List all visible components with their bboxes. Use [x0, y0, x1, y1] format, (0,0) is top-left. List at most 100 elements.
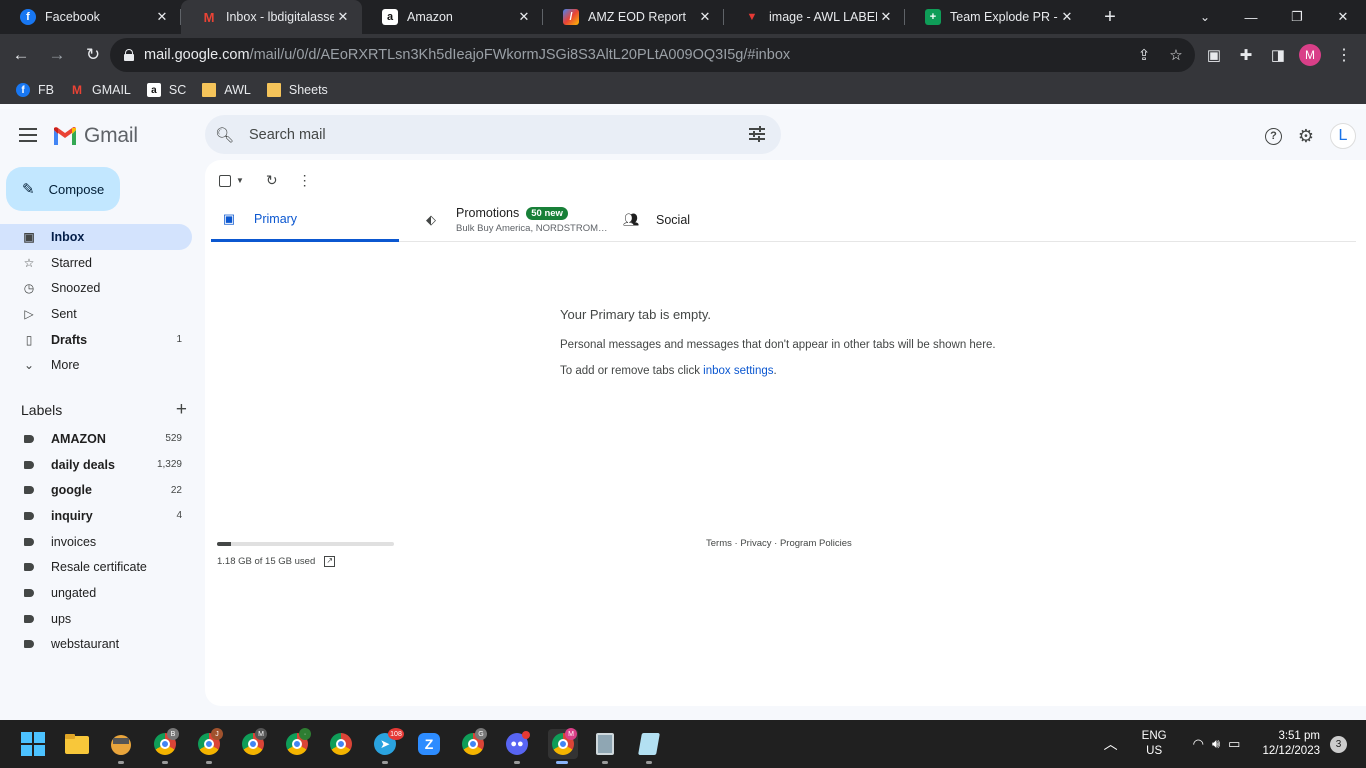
nav-item-sent[interactable]: ▷ Sent — [0, 301, 192, 327]
browser-tab-facebook[interactable]: f Facebook ✕ — [0, 0, 181, 34]
chrome-profile-icon[interactable]: · — [284, 728, 311, 757]
browser-tab-amazon[interactable]: a Amazon ✕ — [362, 0, 543, 34]
close-tab-icon[interactable]: ✕ — [877, 9, 895, 25]
close-tab-icon[interactable]: ✕ — [153, 9, 171, 25]
label-item-google[interactable]: google 22 — [0, 477, 192, 503]
chrome-profile-m-icon[interactable]: M — [240, 728, 267, 757]
restore-icon[interactable]: ❐ — [1274, 0, 1320, 34]
facebook-icon: f — [16, 83, 30, 97]
close-tab-icon[interactable]: ✕ — [1058, 9, 1076, 25]
notification-badge[interactable]: 3 — [1330, 735, 1347, 753]
bookmark-sc[interactable]: a SC — [146, 83, 186, 97]
gmail-logo[interactable]: Gmail — [52, 124, 138, 148]
tab-social[interactable]: 👥︎ Social — [623, 198, 813, 242]
chrome-profile-b-icon[interactable]: B — [152, 728, 179, 757]
nav-item-drafts[interactable]: ▯ Drafts 1 — [0, 327, 192, 353]
profile-avatar[interactable]: M — [1299, 44, 1321, 66]
refresh-icon[interactable]: ↻ — [266, 172, 278, 189]
notepad-icon[interactable] — [636, 731, 662, 757]
search-bar[interactable]: 🔍︎ — [205, 115, 781, 154]
label-item-webstaurant[interactable]: webstaurant — [0, 632, 192, 658]
nav-item-more[interactable]: ⌄ More — [0, 352, 192, 378]
share-icon[interactable]: ⇪ — [1135, 46, 1153, 64]
account-avatar[interactable]: L — [1330, 123, 1356, 149]
file-explorer-icon[interactable] — [64, 731, 90, 757]
search-icon[interactable]: 🔍︎ — [215, 126, 235, 144]
tab-search-icon[interactable]: ⌄ — [1190, 0, 1220, 34]
label-item-invoices[interactable]: invoices — [0, 529, 192, 555]
address-bar[interactable]: mail.google.com/mail/u/0/d/AEoRXRTLsn3Kh… — [110, 38, 1195, 72]
app-icon[interactable] — [108, 731, 134, 757]
new-tab-button[interactable]: + — [1096, 3, 1124, 31]
terms-link[interactable]: Terms — [706, 538, 732, 549]
bookmark-awl[interactable]: AWL — [202, 83, 251, 97]
folder-icon — [266, 83, 281, 97]
side-panel-icon[interactable]: ◨ — [1262, 40, 1294, 70]
forward-icon[interactable]: → — [42, 40, 72, 70]
telegram-icon[interactable]: ➤ 108 — [372, 728, 404, 757]
search-input[interactable] — [249, 126, 729, 143]
tab-promotions[interactable]: ⬖ Promotions 50 new Bulk Buy America, NO… — [423, 198, 613, 242]
program-policies-link[interactable]: Program Policies — [780, 538, 852, 549]
browser-tab-awl-label[interactable]: ▼ image - AWL LABEL ✕ — [724, 0, 905, 34]
wifi-icon[interactable]: ◠ — [1193, 736, 1204, 752]
chevron-up-icon[interactable]: ︿ — [1104, 734, 1118, 754]
close-tab-icon[interactable]: ✕ — [334, 9, 352, 25]
tab-primary[interactable]: ▣ Primary — [211, 198, 399, 242]
close-tab-icon[interactable]: ✕ — [696, 9, 714, 25]
chrome-profile-j-icon[interactable]: J — [196, 728, 223, 757]
browser-tab-team-explode[interactable]: + Team Explode PR - G ✕ — [905, 0, 1086, 34]
chrome-profile-g-icon[interactable]: G — [460, 728, 487, 757]
battery-icon[interactable]: ▭ — [1228, 736, 1240, 752]
tab-label: Promotions — [456, 206, 520, 220]
language-indicator[interactable]: ENG US — [1142, 729, 1167, 759]
system-tray: ︿ ENG US ◠ 🔊︎ ▭ 3:51 pm 12/12/2023 3 — [1104, 720, 1366, 768]
chrome-active-icon[interactable]: M — [548, 728, 578, 759]
discord-icon[interactable]: ●● — [504, 731, 530, 757]
settings-gear-icon[interactable]: ⚙ — [1295, 125, 1317, 147]
close-tab-icon[interactable]: ✕ — [515, 9, 533, 25]
volume-icon[interactable]: 🔊︎ — [1212, 736, 1220, 752]
label-item-amazon[interactable]: AMAZON 529 — [0, 426, 192, 452]
zoom-icon[interactable]: Z — [416, 731, 442, 757]
inbox-settings-link[interactable]: inbox settings — [703, 365, 773, 377]
label-item-daily-deals[interactable]: daily deals 1,329 — [0, 452, 192, 478]
bookmark-gmail[interactable]: M GMAIL — [70, 83, 131, 97]
minimize-icon[interactable]: — — [1228, 0, 1274, 34]
nav-item-snoozed[interactable]: ◷ Snoozed — [0, 275, 192, 301]
select-all-checkbox[interactable] — [219, 174, 231, 187]
bookmark-star-icon[interactable]: ☆ — [1167, 46, 1185, 64]
cast-icon[interactable]: ▣ — [1198, 40, 1230, 70]
nav-item-starred[interactable]: ☆ Starred — [0, 250, 192, 276]
help-icon[interactable]: ? — [1265, 127, 1282, 145]
select-dropdown-icon[interactable]: ▼ — [236, 176, 244, 185]
chrome-icon[interactable] — [328, 731, 354, 757]
external-link-icon[interactable]: ↗ — [324, 556, 336, 567]
compose-button[interactable]: ✎ Compose — [6, 167, 120, 211]
clock[interactable]: 3:51 pm 12/12/2023 — [1262, 729, 1320, 759]
pencil-icon: ✎ — [22, 181, 35, 198]
more-options-icon[interactable]: ⋮ — [298, 172, 312, 189]
label-item-ups[interactable]: ups — [0, 606, 192, 632]
extensions-icon[interactable]: ✚ — [1230, 40, 1262, 70]
label-item-ungated[interactable]: ungated — [0, 580, 192, 606]
browser-tab-amz-eod[interactable]: / AMZ EOD Report ✕ — [543, 0, 724, 34]
url-text[interactable]: mail.google.com/mail/u/0/d/AEoRXRTLsn3Kh… — [144, 47, 790, 63]
search-options-icon[interactable] — [749, 126, 767, 142]
bookmark-fb[interactable]: f FB — [16, 83, 54, 97]
calculator-icon[interactable] — [592, 731, 618, 757]
privacy-link[interactable]: Privacy — [740, 538, 771, 549]
reload-icon[interactable]: ↻ — [78, 40, 108, 70]
main-menu-icon[interactable] — [19, 128, 37, 142]
label-item-inquiry[interactable]: inquiry 4 — [0, 503, 192, 529]
compose-label: Compose — [48, 181, 105, 197]
create-label-icon[interactable]: + — [176, 399, 187, 421]
browser-menu-icon[interactable]: ⋮ — [1332, 40, 1356, 70]
back-icon[interactable]: ← — [6, 40, 36, 70]
browser-tab-gmail[interactable]: M Inbox - lbdigitalassets ✕ — [181, 0, 362, 34]
label-item-resale-certificate[interactable]: Resale certificate — [0, 554, 192, 580]
close-window-icon[interactable]: ✕ — [1320, 0, 1366, 34]
bookmark-sheets[interactable]: Sheets — [266, 83, 328, 97]
windows-start-icon[interactable] — [20, 731, 46, 757]
nav-item-inbox[interactable]: ▣ Inbox — [0, 224, 192, 250]
